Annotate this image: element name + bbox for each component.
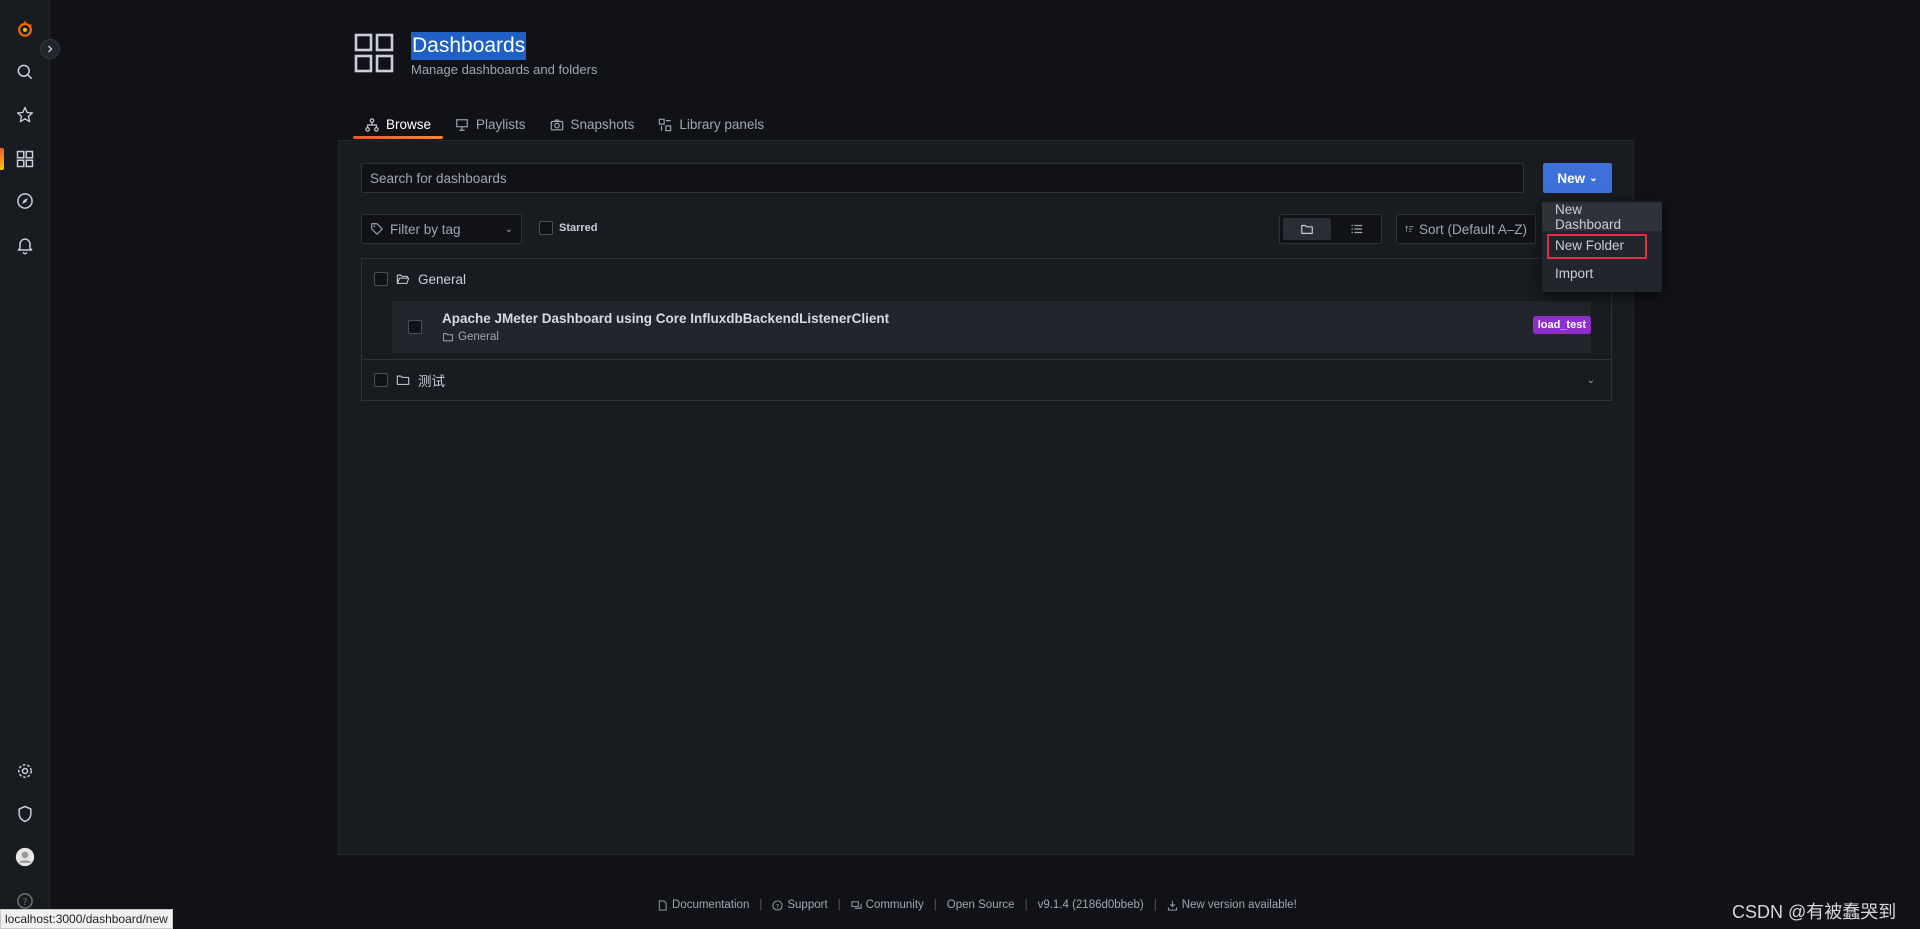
tab-bar: Browse Playlists Snapshots Library panel…: [353, 110, 776, 139]
tab-browse-label: Browse: [386, 117, 432, 132]
folder-name: General: [418, 271, 467, 287]
filter-by-tag-select[interactable]: Filter by tag ⌄: [361, 214, 522, 244]
new-dropdown-menu: New Dashboard New Folder Import: [1542, 201, 1662, 292]
footer-version-label: v9.1.4 (2186d0bbeb): [1037, 899, 1144, 911]
footer-separator: |: [1153, 899, 1157, 911]
dashboards-header-icon: [354, 33, 394, 73]
starred-label: Starred: [559, 222, 598, 234]
page-title: Dashboards: [411, 32, 527, 60]
tab-browse[interactable]: Browse: [353, 110, 444, 139]
sort-select[interactable]: Sort (Default A–Z): [1396, 214, 1536, 244]
footer-documentation-label: Documentation: [672, 899, 750, 911]
footer-separator: |: [837, 899, 841, 911]
watermark: CSDN @有被蠢哭到: [1732, 902, 1897, 922]
footer-community-link[interactable]: Community: [851, 899, 924, 911]
chevron-down-icon[interactable]: ⌄: [1587, 375, 1595, 386]
footer-version: v9.1.4 (2186d0bbeb): [1038, 899, 1144, 911]
footer-separator: |: [1024, 899, 1028, 911]
tab-playlists-label: Playlists: [476, 117, 526, 132]
tab-playlists[interactable]: Playlists: [443, 110, 538, 139]
avatar[interactable]: [12, 844, 38, 870]
folder-icon: [443, 333, 453, 342]
footer-separator: |: [759, 899, 763, 911]
folder-icon: [396, 375, 410, 385]
camera-icon: [550, 118, 563, 130]
comments-icon: [851, 900, 862, 909]
footer-separator: |: [933, 899, 937, 911]
tag-badge[interactable]: load_test: [1532, 316, 1591, 334]
list-view-button[interactable]: [1334, 215, 1382, 243]
folder-view-icon: [1300, 224, 1313, 234]
document-icon: [658, 899, 667, 911]
dashboard-folder: General: [442, 331, 889, 343]
footer-new-version-label: New version available!: [1181, 899, 1297, 911]
folder-row-general[interactable]: General: [362, 259, 1611, 299]
footer-open-source-link[interactable]: Open Source: [947, 899, 1015, 911]
dashboard-list: General Apache JMeter Dashboard using Co…: [361, 258, 1612, 401]
folder-checkbox[interactable]: [374, 373, 388, 387]
menu-item-new-dashboard[interactable]: New Dashboard: [1542, 202, 1662, 232]
menu-item-import[interactable]: Import: [1542, 259, 1662, 287]
footer-new-version-link[interactable]: New version available!: [1167, 899, 1297, 911]
grafana-logo-icon[interactable]: [12, 16, 38, 42]
explore-icon[interactable]: [12, 188, 38, 214]
folder-row-test[interactable]: 测试 ⌄: [362, 360, 1611, 400]
folder-checkbox[interactable]: [374, 272, 388, 286]
footer-community-label: Community: [865, 899, 924, 911]
download-icon: [1167, 900, 1177, 911]
chevron-down-icon: ⌄: [1589, 172, 1598, 184]
starred-filter[interactable]: Starred: [539, 221, 598, 235]
filter-by-tag-placeholder: Filter by tag: [390, 221, 461, 237]
new-button-label: New: [1557, 170, 1586, 186]
view-toggle: [1279, 214, 1382, 244]
svg-text:?: ?: [22, 897, 27, 908]
search-input[interactable]: [361, 163, 1524, 193]
footer-documentation-link[interactable]: Documentation: [657, 899, 749, 911]
shield-icon[interactable]: [12, 801, 38, 827]
starred-checkbox[interactable]: [539, 221, 553, 235]
star-icon[interactable]: [12, 102, 38, 128]
tab-snapshots-label: Snapshots: [570, 117, 635, 132]
folder-view-button[interactable]: [1283, 218, 1331, 240]
footer-support-link[interactable]: ? Support: [772, 899, 828, 911]
active-indicator: [0, 148, 4, 170]
tag-icon: [371, 223, 383, 235]
presentation-icon: [456, 118, 468, 131]
page-header: Dashboards Manage dashboards and folders: [353, 32, 597, 77]
list-view-icon: [1351, 224, 1363, 234]
footer: Documentation | ? Support | Community | …: [657, 899, 1297, 911]
svg-text:?: ?: [776, 902, 779, 910]
new-button[interactable]: New ⌄: [1543, 163, 1612, 193]
library-panel-icon: [659, 118, 672, 131]
status-bar-url: localhost:3000/dashboard/new: [0, 909, 173, 929]
chevron-down-icon: ⌄: [504, 223, 513, 235]
expand-nav-button[interactable]: [40, 39, 60, 59]
tab-library-panels[interactable]: Library panels: [646, 110, 776, 139]
folder-name: 测试: [418, 374, 445, 389]
sort-icon: [1405, 225, 1414, 232]
sort-label: Sort (Default A–Z): [1418, 221, 1527, 237]
alerting-bell-icon[interactable]: [12, 232, 38, 258]
dashboard-title: Apache JMeter Dashboard using Core Influ…: [442, 311, 890, 326]
folder-open-icon: [396, 274, 410, 284]
footer-open-source-label: Open Source: [946, 899, 1015, 911]
dashboard-checkbox[interactable]: [408, 320, 422, 334]
menu-item-new-folder[interactable]: New Folder: [1542, 231, 1662, 259]
side-nav: ?: [0, 0, 60, 929]
dashboard-folder-name: General: [458, 331, 499, 343]
tab-library-panels-label: Library panels: [679, 117, 765, 132]
browse-panel: New ⌄ Filter by tag ⌄ Starred Sort (Defa…: [338, 140, 1634, 855]
tab-snapshots[interactable]: Snapshots: [538, 110, 647, 139]
dashboards-icon[interactable]: [12, 146, 38, 172]
dashboard-item[interactable]: Apache JMeter Dashboard using Core Influ…: [392, 301, 1591, 353]
gear-icon[interactable]: [12, 758, 38, 784]
question-circle-icon: ?: [772, 899, 783, 911]
page-subtitle: Manage dashboards and folders: [411, 62, 598, 77]
search-icon[interactable]: [12, 59, 38, 85]
sitemap-icon: [365, 117, 379, 132]
footer-support-label: Support: [787, 899, 828, 911]
